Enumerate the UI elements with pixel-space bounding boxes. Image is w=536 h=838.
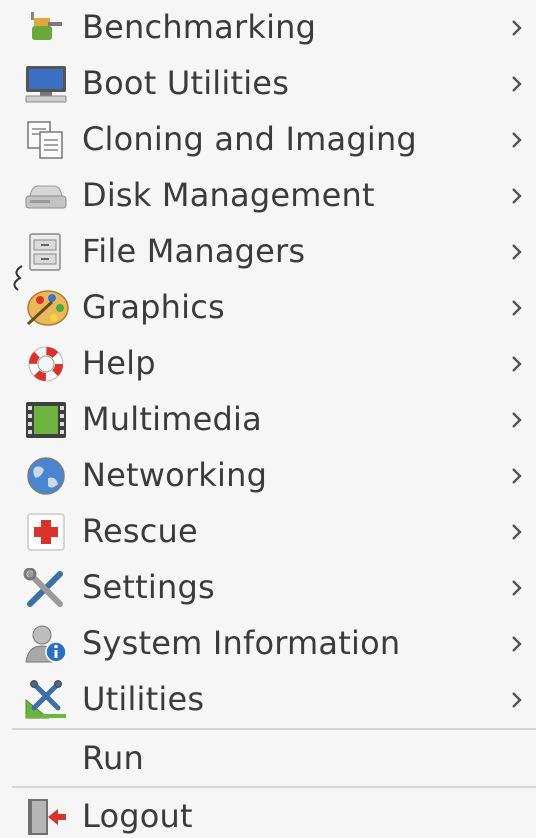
menu-item-graphics[interactable]: Graphics xyxy=(0,280,536,336)
menu-item-label: Utilities xyxy=(82,680,205,718)
menu-item-multimedia[interactable]: Multimedia xyxy=(0,392,536,448)
chevron-right-icon xyxy=(504,336,530,392)
chevron-right-icon xyxy=(504,168,530,224)
chevron-right-icon xyxy=(504,616,530,672)
menu-item-label: File Managers xyxy=(82,232,306,270)
menu-item-label: Boot Utilities xyxy=(82,64,290,102)
chevron-right-icon xyxy=(504,392,530,448)
menu-item-label: Graphics xyxy=(82,288,225,326)
menu-item-networking[interactable]: Networking xyxy=(0,448,536,504)
menu-item-utilities[interactable]: Utilities xyxy=(0,672,536,728)
film-icon xyxy=(22,400,70,440)
clone-icon xyxy=(22,120,70,160)
chevron-right-icon xyxy=(504,56,530,112)
menu-item-label: Benchmarking xyxy=(82,8,317,46)
logout-label: Logout xyxy=(82,797,193,835)
menu-item-label: Rescue xyxy=(82,512,198,550)
menu-item-label: Networking xyxy=(82,456,268,494)
chevron-right-icon xyxy=(504,0,530,56)
chevron-right-icon xyxy=(504,504,530,560)
utilities-icon xyxy=(22,680,70,720)
menu-item-run[interactable]: Run xyxy=(0,731,536,787)
menu-item-label: Multimedia xyxy=(82,400,262,438)
logout-icon xyxy=(22,797,70,837)
menu-item-rescue[interactable]: Rescue xyxy=(0,504,536,560)
chevron-right-icon xyxy=(504,224,530,280)
menu-item-settings[interactable]: Settings xyxy=(0,560,536,616)
tools-icon xyxy=(22,568,70,608)
globe-icon xyxy=(22,456,70,496)
menu-item-label: Settings xyxy=(82,568,215,606)
file-cabinet-icon xyxy=(22,232,70,272)
menu-item-boot-utilities[interactable]: Boot Utilities xyxy=(0,56,536,112)
chevron-right-icon xyxy=(504,672,530,728)
menu-item-file-managers[interactable]: File Managers xyxy=(0,224,536,280)
disk-icon xyxy=(22,176,70,216)
menu-item-help[interactable]: Help xyxy=(0,336,536,392)
palette-icon xyxy=(22,288,70,328)
chevron-right-icon xyxy=(504,280,530,336)
monitor-icon xyxy=(22,64,70,104)
menu-separator xyxy=(12,728,536,730)
menu-item-cloning-and-imaging[interactable]: Cloning and Imaging xyxy=(0,112,536,168)
chevron-right-icon xyxy=(504,112,530,168)
menu-item-label: Cloning and Imaging xyxy=(82,120,417,158)
application-menu: Benchmarking Boot Utilities Cloning and … xyxy=(0,0,536,838)
benchmark-icon xyxy=(22,8,70,48)
menu-item-label: Disk Management xyxy=(82,176,375,214)
menu-item-logout[interactable]: Logout xyxy=(0,789,536,838)
menu-item-disk-management[interactable]: Disk Management xyxy=(0,168,536,224)
user-info-icon xyxy=(22,624,70,664)
menu-item-benchmarking[interactable]: Benchmarking xyxy=(0,0,536,56)
lifebuoy-icon xyxy=(22,344,70,384)
red-cross-icon xyxy=(22,512,70,552)
chevron-right-icon xyxy=(504,560,530,616)
menu-item-label: Help xyxy=(82,344,156,382)
chevron-right-icon xyxy=(504,448,530,504)
cursor-icon xyxy=(13,265,23,291)
menu-item-label: System Information xyxy=(82,624,401,662)
menu-separator xyxy=(12,786,536,788)
run-label: Run xyxy=(82,739,144,777)
menu-item-system-information[interactable]: System Information xyxy=(0,616,536,672)
